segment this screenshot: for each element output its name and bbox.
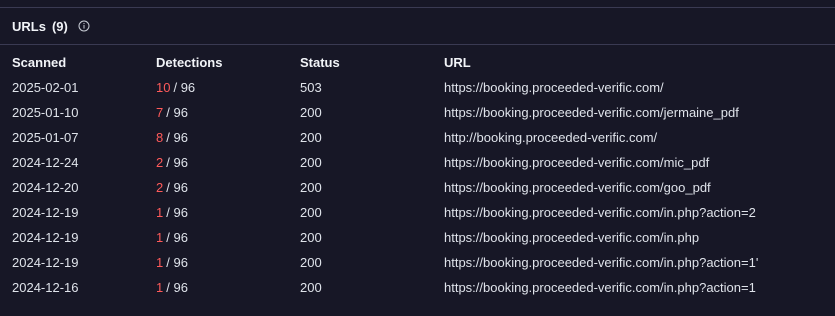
column-header-scanned: Scanned [12, 55, 67, 70]
detections-hits[interactable]: 2 [156, 180, 163, 195]
table-header-row: Scanned Detections Status URL [0, 50, 835, 75]
table-body: 2025-02-01 10/ 96 503 https://booking.proce… [0, 75, 835, 300]
status-code: 200 [300, 105, 322, 120]
url-link[interactable]: https://booking.proceeded-verific.com/go… [444, 175, 835, 200]
column-header-detections: Detections [156, 55, 223, 70]
detections-hits[interactable]: 1 [156, 255, 163, 270]
url-link[interactable]: https://booking.proceeded-verific.com/in… [444, 275, 835, 300]
table-row[interactable]: 2024-12-19 1/ 96 200 https://booking.procee… [0, 200, 835, 225]
detections-total: / 96 [166, 180, 188, 195]
url-link[interactable]: http://booking.proceeded-verific.com/ [444, 125, 835, 150]
column-header-url: URL [444, 55, 471, 70]
table-row[interactable]: 2025-01-10 7/ 96 200 https://booking.procee… [0, 100, 835, 125]
detections-cell: 2/ 96 [156, 150, 300, 175]
url-link[interactable]: https://booking.proceeded-verific.com/mi… [444, 150, 835, 175]
detections-hits[interactable]: 1 [156, 205, 163, 220]
detections-hits[interactable]: 1 [156, 280, 163, 295]
detections-total: / 96 [166, 280, 188, 295]
table-row[interactable]: 2025-01-07 8/ 96 200 http://booking.proceed… [0, 125, 835, 150]
detections-cell: 2/ 96 [156, 175, 300, 200]
urls-table: Scanned Detections Status URL 2025-02-01… [0, 50, 835, 300]
urls-panel-header: URLs (9) [0, 8, 835, 44]
scanned-date: 2024-12-19 [12, 205, 79, 220]
status-code: 200 [300, 280, 322, 295]
scanned-date: 2025-02-01 [12, 80, 79, 95]
column-header-status: Status [300, 55, 340, 70]
status-code: 503 [300, 80, 322, 95]
table-row[interactable]: 2024-12-16 1/ 96 200 https://booking.procee… [0, 275, 835, 300]
status-code: 200 [300, 230, 322, 245]
detections-total: / 96 [166, 205, 188, 220]
url-link[interactable]: https://booking.proceeded-verific.com/in… [444, 225, 835, 250]
panel-title: URLs [12, 18, 46, 34]
detections-cell: 8/ 96 [156, 125, 300, 150]
scanned-date: 2024-12-20 [12, 180, 79, 195]
detections-cell: 1/ 96 [156, 200, 300, 225]
scanned-date: 2025-01-07 [12, 130, 79, 145]
detections-cell: 10/ 96 [156, 75, 300, 100]
detections-cell: 1/ 96 [156, 225, 300, 250]
scanned-date: 2024-12-24 [12, 155, 79, 170]
table-row[interactable]: 2025-02-01 10/ 96 503 https://booking.proce… [0, 75, 835, 100]
url-link[interactable]: https://booking.proceeded-verific.com/je… [444, 100, 835, 125]
detections-total: / 96 [166, 105, 188, 120]
url-link[interactable]: https://booking.proceeded-verific.com/in… [444, 250, 835, 275]
scanned-date: 2024-12-19 [12, 230, 79, 245]
detections-total: / 96 [166, 130, 188, 145]
status-code: 200 [300, 155, 322, 170]
info-circle-icon[interactable] [78, 20, 90, 32]
header-divider [0, 44, 835, 45]
detections-hits[interactable]: 10 [156, 80, 170, 95]
detections-hits[interactable]: 8 [156, 130, 163, 145]
detections-cell: 1/ 96 [156, 275, 300, 300]
status-code: 200 [300, 205, 322, 220]
detections-total: / 96 [173, 80, 196, 95]
detections-hits[interactable]: 7 [156, 105, 163, 120]
url-link[interactable]: https://booking.proceeded-verific.com/in… [444, 200, 835, 225]
url-link[interactable]: https://booking.proceeded-verific.com/ [444, 75, 835, 100]
scanned-date: 2024-12-16 [12, 280, 79, 295]
table-row[interactable]: 2024-12-19 1/ 96 200 https://booking.procee… [0, 250, 835, 275]
status-code: 200 [300, 180, 322, 195]
detections-hits[interactable]: 2 [156, 155, 163, 170]
panel-count: (9) [51, 18, 68, 34]
status-code: 200 [300, 255, 322, 270]
scanned-date: 2025-01-10 [12, 105, 79, 120]
detections-cell: 1/ 96 [156, 250, 300, 275]
detections-total: / 96 [166, 230, 188, 245]
detections-total: / 96 [166, 155, 188, 170]
scanned-date: 2024-12-19 [12, 255, 79, 270]
table-row[interactable]: 2024-12-24 2/ 96 200 https://booking.procee… [0, 150, 835, 175]
detections-total: / 96 [166, 255, 188, 270]
detections-hits[interactable]: 1 [156, 230, 163, 245]
table-row[interactable]: 2024-12-20 2/ 96 200 https://booking.procee… [0, 175, 835, 200]
detections-cell: 7/ 96 [156, 100, 300, 125]
status-code: 200 [300, 130, 322, 145]
table-row[interactable]: 2024-12-19 1/ 96 200 https://booking.procee… [0, 225, 835, 250]
